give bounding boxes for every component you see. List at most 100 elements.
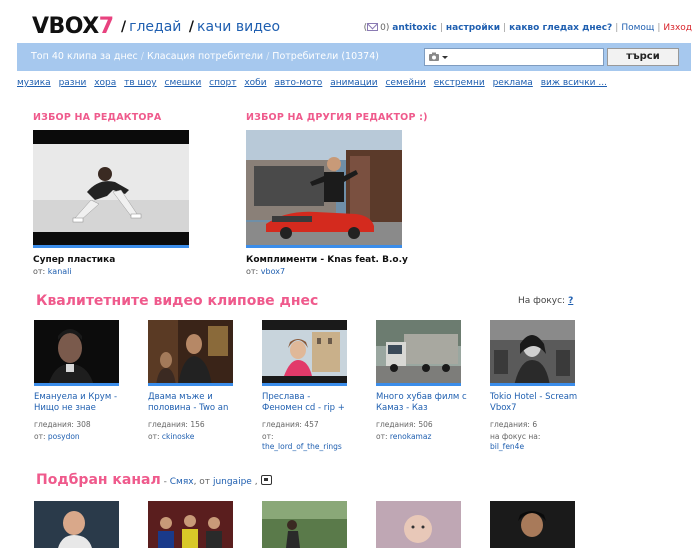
category-sport[interactable]: спорт [209, 78, 236, 88]
channel-author-link[interactable]: jungaipe [213, 477, 252, 487]
separator: | [439, 23, 443, 33]
search-button[interactable]: търси [607, 48, 679, 66]
view-count: гледания: 308 [34, 420, 91, 429]
channel-name-link[interactable]: Смях [170, 477, 194, 487]
watched-today-link[interactable]: какво гледах днес? [509, 23, 612, 33]
video-meta-5: гледания: 6 на фокус на: bil_fen4e [490, 420, 590, 452]
category-auto[interactable]: авто-мото [274, 78, 322, 88]
view-count: гледания: 6 [490, 420, 538, 429]
separator: | [615, 23, 619, 33]
author-line: от: renokamaz [376, 432, 476, 442]
help-link[interactable]: Помощ [621, 23, 654, 33]
settings-link[interactable]: настройки [446, 23, 500, 33]
title-line: Vbox7 [490, 403, 517, 413]
focus-text: На фокус: [518, 296, 566, 306]
nav-slash: / [121, 19, 127, 35]
tab-user-ranking[interactable]: Класация потребители [147, 51, 263, 62]
video-thumbnail-2[interactable] [148, 320, 233, 386]
category-see-all[interactable]: виж всички ... [541, 78, 607, 88]
username-link[interactable]: antitoxic [392, 23, 437, 33]
category-tv-show[interactable]: тв шоу [124, 78, 156, 88]
video-image [34, 320, 119, 383]
video-image [34, 501, 119, 548]
editor-pick-heading: ИЗБОР НА РЕДАКТОРА [33, 112, 162, 123]
author-link[interactable]: posydon [48, 432, 80, 441]
video-title-5[interactable]: Tokio Hotel - Scream Vbox7 [490, 392, 582, 414]
mail-count: 0) [380, 23, 390, 33]
chevron-down-icon[interactable] [442, 56, 448, 59]
second-editor-pick-title[interactable]: Комплименти - Knas feat. B.o.y [246, 255, 408, 266]
category-music[interactable]: музика [17, 78, 51, 88]
author-link[interactable]: bil_fen4e [490, 442, 590, 452]
video-thumbnail [246, 130, 402, 245]
channel-thumbnail-2[interactable] [148, 501, 233, 548]
category-family[interactable]: семейни [385, 78, 425, 88]
second-editor-pick-thumbnail[interactable] [246, 130, 402, 248]
channel-section-title: Подбран канал [36, 472, 161, 488]
nav-watch-link[interactable]: гледай [129, 19, 181, 35]
quality-videos-title: Квалитетните видео клипове днес [36, 293, 319, 309]
from-label: от: [33, 267, 46, 276]
video-title-4[interactable]: Много хубав филм с Камаз - Каз [376, 392, 468, 414]
nav-upload-link[interactable]: качи видео [197, 19, 280, 35]
channel-thumbnail-1[interactable] [34, 501, 119, 548]
category-funny[interactable]: смешки [165, 78, 202, 88]
video-thumbnail-3[interactable] [262, 320, 347, 386]
view-count: гледания: 156 [148, 420, 205, 429]
view-count: гледания: 457 [262, 420, 319, 429]
video-image [376, 501, 461, 548]
mail-link[interactable]: (0) [364, 23, 390, 33]
author-link[interactable]: kanali [48, 267, 72, 276]
category-people[interactable]: хора [94, 78, 116, 88]
separator: | [503, 23, 507, 33]
channel-trail: , [251, 477, 258, 487]
video-thumbnail [33, 130, 189, 245]
title-line: Нищо не знае [34, 403, 96, 413]
channel-thumbnail-4[interactable] [376, 501, 461, 548]
site-logo[interactable]: VBOX7 [32, 14, 114, 40]
category-misc[interactable]: разни [59, 78, 87, 88]
channel-thumbnail-5[interactable] [490, 501, 575, 548]
channel-thumbnail-3[interactable] [262, 501, 347, 548]
editor-pick-author: от: kanali [33, 267, 72, 277]
author-link[interactable]: vbox7 [261, 267, 285, 276]
separator: | [657, 23, 661, 33]
title-line: Двама мъже и [148, 392, 213, 402]
video-title-3[interactable]: Преслава - Феномен cd - rip + [262, 392, 354, 414]
title-line: Емануела и Крум - [34, 392, 118, 402]
category-extreme[interactable]: екстремни [434, 78, 485, 88]
video-image [262, 320, 347, 383]
video-image [148, 501, 233, 548]
author-link[interactable]: renokamaz [390, 432, 432, 441]
video-title-2[interactable]: Двама мъже и половина - Two an [148, 392, 240, 414]
main-nav: / гледай / качи видео [118, 18, 280, 36]
view-count: гледания: 506 [376, 420, 433, 429]
focus-help-link[interactable]: ? [568, 296, 573, 306]
search-input[interactable] [424, 48, 604, 66]
from-label: , от [193, 477, 211, 487]
category-animation[interactable]: анимации [330, 78, 377, 88]
logout-link[interactable]: Изход [663, 23, 692, 33]
title-line: Камаз - Каз [376, 403, 428, 413]
video-image [490, 501, 575, 548]
editor-pick-thumbnail[interactable] [33, 130, 189, 248]
video-image [490, 320, 575, 383]
from-label: от: [246, 267, 259, 276]
video-thumbnail-4[interactable] [376, 320, 461, 386]
editor-pick-title[interactable]: Супер пластика [33, 255, 115, 266]
author-link[interactable]: the_lord_of_the_rings [262, 442, 362, 452]
nav-slash: / [188, 19, 194, 35]
video-thumbnail-1[interactable] [34, 320, 119, 386]
video-title-1[interactable]: Емануела и Крум - Нищо не знае [34, 392, 126, 414]
tab-top40[interactable]: Топ 40 клипа за днес [31, 51, 138, 62]
logo-accent: 7 [98, 14, 114, 39]
second-editor-pick-heading: ИЗБОР НА ДРУГИЯ РЕДАКТОР :) [246, 112, 428, 123]
author-line: от: ckinoske [148, 432, 248, 442]
category-ads[interactable]: реклама [493, 78, 533, 88]
tv-icon[interactable] [260, 475, 272, 485]
category-hobby[interactable]: хоби [244, 78, 266, 88]
video-thumbnail-5[interactable] [490, 320, 575, 386]
tab-users[interactable]: Потребители (10374) [272, 51, 379, 62]
user-bar: (0) antitoxic | настройки | какво гледах дне… [364, 22, 692, 34]
author-link[interactable]: ckinoske [162, 432, 195, 441]
